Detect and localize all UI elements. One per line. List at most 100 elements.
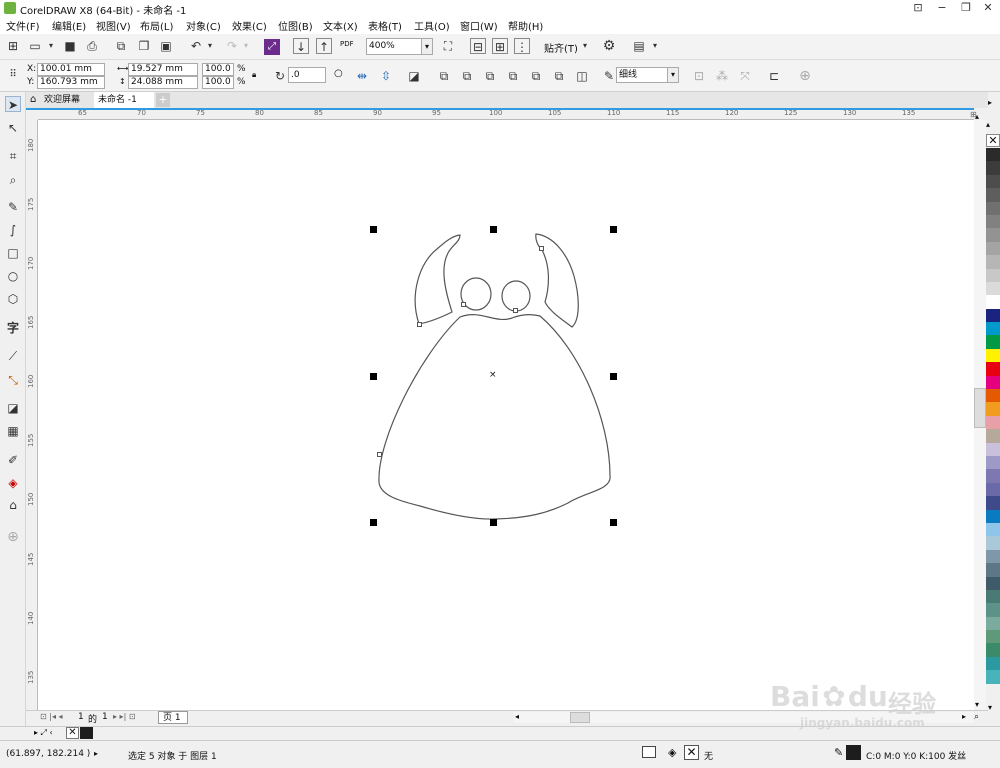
- tab-welcome-screen[interactable]: 欢迎屏幕: [40, 92, 84, 108]
- horizontal-ruler[interactable]: [38, 108, 974, 120]
- page-nav-buttons[interactable]: ⊡ |◂ ◂: [40, 712, 63, 721]
- selection-handle-bottom-left[interactable]: [370, 519, 377, 526]
- palette-swatch[interactable]: [986, 429, 1000, 443]
- selection-handle-top[interactable]: [490, 226, 497, 233]
- zoom-tool-icon[interactable]: ⌕: [5, 172, 21, 188]
- menu-effects[interactable]: 效果(C): [232, 18, 267, 33]
- zoom-dropdown-icon[interactable]: ▾: [421, 38, 433, 55]
- height-field[interactable]: 24.088 mm: [128, 76, 198, 89]
- palette-swatch[interactable]: [986, 402, 1000, 416]
- align-distribute-icon[interactable]: ⊏: [766, 68, 782, 84]
- palette-swatch[interactable]: [986, 389, 1000, 403]
- connector-tool-icon[interactable]: ⤡: [5, 372, 21, 388]
- color-eyedropper-tool-icon[interactable]: ✐: [5, 452, 21, 468]
- palette-swatch[interactable]: [986, 174, 1000, 189]
- palette-swatch[interactable]: [986, 188, 1000, 202]
- doc-palette-menu-icon[interactable]: ▸ ⤢ ‹: [34, 728, 53, 738]
- selection-handle-top-left[interactable]: [370, 226, 377, 233]
- horizontal-scroll-thumb[interactable]: [570, 712, 590, 723]
- scale-y-field[interactable]: 100.0: [202, 76, 234, 89]
- new-tab-icon[interactable]: +: [156, 93, 170, 107]
- mirror-vertical-icon[interactable]: ⇳: [378, 68, 394, 84]
- outline-color-swatch[interactable]: [846, 745, 861, 760]
- new-document-icon[interactable]: ⊞: [5, 38, 21, 54]
- width-field[interactable]: 19.527 mm: [128, 63, 198, 76]
- ellipse-tool-icon[interactable]: ○: [5, 268, 21, 284]
- doc-black-swatch[interactable]: [80, 727, 93, 739]
- group-objects-icon[interactable]: ◪: [406, 68, 422, 84]
- reference-point-icon[interactable]: ⠿: [5, 67, 21, 83]
- paste-icon[interactable]: ▣: [158, 38, 174, 54]
- zoom-scroll-icon[interactable]: ⌕: [974, 712, 979, 722]
- interactive-fill-tool-icon[interactable]: ◈: [5, 475, 21, 491]
- full-screen-icon[interactable]: ⛶: [440, 38, 456, 54]
- palette-swatch[interactable]: [986, 148, 1000, 162]
- x-position-field[interactable]: 100.01 mm: [37, 63, 105, 76]
- palette-menu-icon[interactable]: ▴: [986, 120, 990, 129]
- curve-node[interactable]: [539, 246, 544, 251]
- selection-handle-top-right[interactable]: [610, 226, 617, 233]
- tab-untitled-1[interactable]: 未命名 -1: [94, 92, 154, 108]
- menu-help[interactable]: 帮助(H): [508, 18, 543, 33]
- selection-handle-bottom-right[interactable]: [610, 519, 617, 526]
- snap-to-menu[interactable]: 贴齐(T): [544, 40, 578, 55]
- snap-dropdown-icon[interactable]: ▾: [577, 38, 593, 54]
- export-icon[interactable]: ↑: [316, 38, 332, 54]
- text-tool-icon[interactable]: 字: [5, 320, 21, 336]
- pick-tool-icon[interactable]: ➤: [5, 96, 21, 112]
- palette-swatch[interactable]: [986, 656, 1000, 671]
- palette-swatch[interactable]: [986, 375, 1000, 390]
- outline-width-field[interactable]: 细线: [616, 67, 668, 83]
- rectangle-tool-icon[interactable]: □: [5, 245, 21, 261]
- palette-scroll-up-icon[interactable]: ▸: [988, 98, 992, 107]
- selection-handle-left[interactable]: [370, 373, 377, 380]
- launcher-dropdown-icon[interactable]: ▾: [647, 38, 663, 54]
- palette-swatch[interactable]: [986, 268, 1000, 282]
- add-toolbar-icon[interactable]: ⊕: [797, 68, 813, 84]
- menu-window[interactable]: 窗口(W): [460, 18, 498, 33]
- palette-swatch[interactable]: [986, 496, 1000, 510]
- palette-swatch[interactable]: [986, 295, 1000, 309]
- cut-icon[interactable]: ⧉: [113, 38, 129, 54]
- menu-object[interactable]: 对象(C): [186, 18, 221, 33]
- lock-ratio-icon[interactable]: 🔒︎: [252, 70, 256, 80]
- open-folder-icon[interactable]: ▭: [27, 38, 43, 54]
- crop-tool-icon[interactable]: ⌗: [5, 148, 21, 164]
- menu-text[interactable]: 文本(X): [323, 18, 358, 33]
- palette-swatch[interactable]: [986, 348, 1000, 363]
- scale-x-field[interactable]: 100.0: [202, 63, 234, 76]
- palette-swatch[interactable]: [986, 469, 1000, 483]
- menu-layout[interactable]: 布局(L): [140, 18, 173, 33]
- freehand-tool-icon[interactable]: ✎: [5, 199, 21, 215]
- palette-swatch[interactable]: [986, 603, 1000, 617]
- menu-file[interactable]: 文件(F): [6, 18, 40, 33]
- menu-view[interactable]: 视图(V): [96, 18, 131, 33]
- launcher-icon[interactable]: ⤢: [264, 39, 280, 55]
- drawing-canvas[interactable]: [38, 120, 974, 710]
- undo-dropdown-icon[interactable]: ▾: [202, 38, 218, 54]
- doc-no-color-swatch[interactable]: ✕: [66, 727, 79, 739]
- palette-swatch[interactable]: [986, 643, 1000, 657]
- transparency-tool-icon[interactable]: ▦: [5, 423, 21, 439]
- polygon-tool-icon[interactable]: ⬡: [5, 291, 21, 307]
- palette-swatch[interactable]: [986, 670, 1000, 684]
- palette-swatch[interactable]: [986, 335, 1000, 349]
- restore-button[interactable]: ❐: [954, 0, 978, 16]
- print-icon[interactable]: ⎙: [84, 38, 100, 54]
- palette-swatch[interactable]: [986, 549, 1000, 564]
- palette-swatch[interactable]: [986, 509, 1000, 523]
- curve-node[interactable]: [377, 452, 382, 457]
- selection-center-marker[interactable]: ×: [489, 370, 497, 380]
- curve-node[interactable]: [417, 322, 422, 327]
- menu-edit[interactable]: 编辑(E): [52, 18, 86, 33]
- y-position-field[interactable]: 160.793 mm: [37, 76, 105, 89]
- grid-icon[interactable]: ⊞: [492, 38, 508, 54]
- weld-icon[interactable]: ⧉: [436, 68, 452, 84]
- add-tool-icon[interactable]: ⊕: [5, 529, 21, 545]
- palette-swatch[interactable]: [986, 255, 1000, 269]
- selection-handle-bottom[interactable]: [490, 519, 497, 526]
- palette-swatch[interactable]: [986, 415, 1000, 430]
- intersect-icon[interactable]: ⧉: [482, 68, 498, 84]
- no-color-swatch[interactable]: ✕: [986, 134, 1000, 147]
- outline-width-dropdown-icon[interactable]: ▾: [667, 67, 679, 83]
